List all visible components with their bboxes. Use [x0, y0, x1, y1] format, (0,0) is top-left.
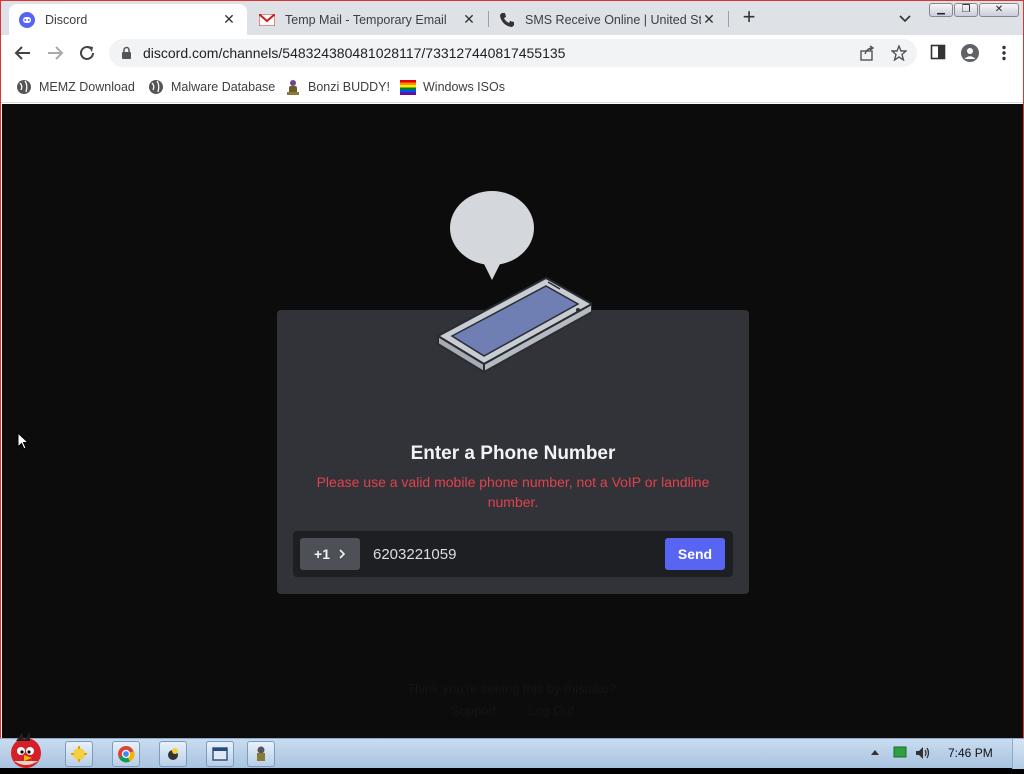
- bookmark-malware-database[interactable]: Malware Database: [148, 77, 275, 97]
- error-message: Please use a valid mobile phone number, …: [316, 474, 710, 510]
- mistake-text: Think you're seeing this by mistake?: [407, 681, 617, 696]
- globe-icon: [16, 79, 32, 95]
- taskbar-window-button[interactable]: [206, 741, 234, 767]
- close-tab-icon[interactable]: ✕: [221, 11, 237, 28]
- address-bar[interactable]: discord.com/channels/548324380481028117/…: [109, 39, 917, 67]
- phone-icon: [499, 12, 515, 28]
- close-tab-icon[interactable]: ✕: [701, 11, 717, 28]
- phone-input-row: +1 Send: [293, 531, 733, 577]
- tab-title: SMS Receive Online | United States: [525, 12, 701, 27]
- country-code-label: +1: [314, 546, 330, 562]
- back-button[interactable]: [12, 42, 34, 64]
- bookmark-memz[interactable]: MEMZ Download: [16, 77, 135, 97]
- forward-button[interactable]: [44, 42, 66, 64]
- windows-flag-icon: [400, 79, 416, 95]
- show-hidden-icons-icon[interactable]: [870, 745, 880, 766]
- phone-illustration: [435, 191, 592, 374]
- bonzi-icon: [285, 79, 301, 95]
- phone-number-input[interactable]: [373, 539, 653, 569]
- tab-discord[interactable]: Discord ✕: [9, 4, 247, 35]
- logout-link[interactable]: Log Out: [528, 703, 574, 718]
- minimize-button[interactable]: ▁: [929, 3, 953, 17]
- share-icon[interactable]: [859, 45, 875, 61]
- show-desktop-button[interactable]: [1012, 739, 1024, 769]
- maximize-button[interactable]: ❐: [954, 3, 978, 17]
- mouse-cursor-icon: [17, 432, 29, 450]
- discord-icon: [19, 11, 35, 28]
- send-button[interactable]: Send: [665, 538, 725, 570]
- taskbar-chrome-button[interactable]: [112, 741, 140, 767]
- taskbar-bonzi-button[interactable]: [247, 741, 275, 767]
- taskbar: 7:46 PM: [0, 732, 1024, 769]
- close-window-button[interactable]: ✕: [979, 3, 1019, 17]
- taskbar-clock[interactable]: 7:46 PM: [948, 746, 993, 760]
- url-text: discord.com/channels/548324380481028117/…: [143, 45, 566, 61]
- bookmarks-bar: MEMZ Download Malware Database Bonzi BUD…: [1, 71, 1023, 103]
- volume-icon[interactable]: [914, 745, 932, 766]
- lock-icon[interactable]: [121, 46, 132, 65]
- profile-avatar-icon[interactable]: [961, 44, 979, 62]
- chevron-down-icon[interactable]: [897, 10, 913, 26]
- side-panel-icon[interactable]: [930, 44, 948, 62]
- tab-strip: Discord ✕ Temp Mail - Temporary Email ✕ …: [1, 1, 1023, 35]
- tab-title: Discord: [45, 12, 88, 27]
- new-tab-button[interactable]: +: [738, 6, 760, 28]
- support-link[interactable]: Support: [451, 703, 497, 718]
- tab-title: Temp Mail - Temporary Email: [285, 12, 447, 27]
- gmail-icon: [259, 12, 275, 28]
- tab-temp-mail[interactable]: Temp Mail - Temporary Email ✕: [249, 4, 487, 35]
- taskbar-app-button[interactable]: [159, 741, 187, 767]
- network-icon[interactable]: [893, 745, 907, 766]
- discord-page: Think you're seeing this by mistake? Sup…: [2, 104, 1023, 739]
- browser-toolbar: discord.com/channels/548324380481028117/…: [1, 35, 1023, 71]
- tab-sms-receive[interactable]: SMS Receive Online | United States ✕: [489, 4, 727, 35]
- taskbar-explorer-button[interactable]: [65, 741, 93, 767]
- star-icon[interactable]: [890, 44, 908, 62]
- bookmark-bonzi-buddy[interactable]: Bonzi BUDDY!: [285, 77, 390, 97]
- browser-window: Discord ✕ Temp Mail - Temporary Email ✕ …: [0, 0, 1024, 739]
- angry-bird-start-icon[interactable]: [2, 731, 50, 769]
- chevron-right-icon: [338, 546, 346, 562]
- globe-icon: [148, 79, 164, 95]
- modal-title: Enter a Phone Number: [410, 443, 616, 464]
- country-code-button[interactable]: +1: [300, 538, 360, 570]
- kebab-menu-icon[interactable]: [995, 44, 1013, 62]
- reload-button[interactable]: [76, 42, 98, 64]
- bookmark-windows-isos[interactable]: Windows ISOs: [400, 77, 505, 97]
- close-tab-icon[interactable]: ✕: [461, 11, 477, 28]
